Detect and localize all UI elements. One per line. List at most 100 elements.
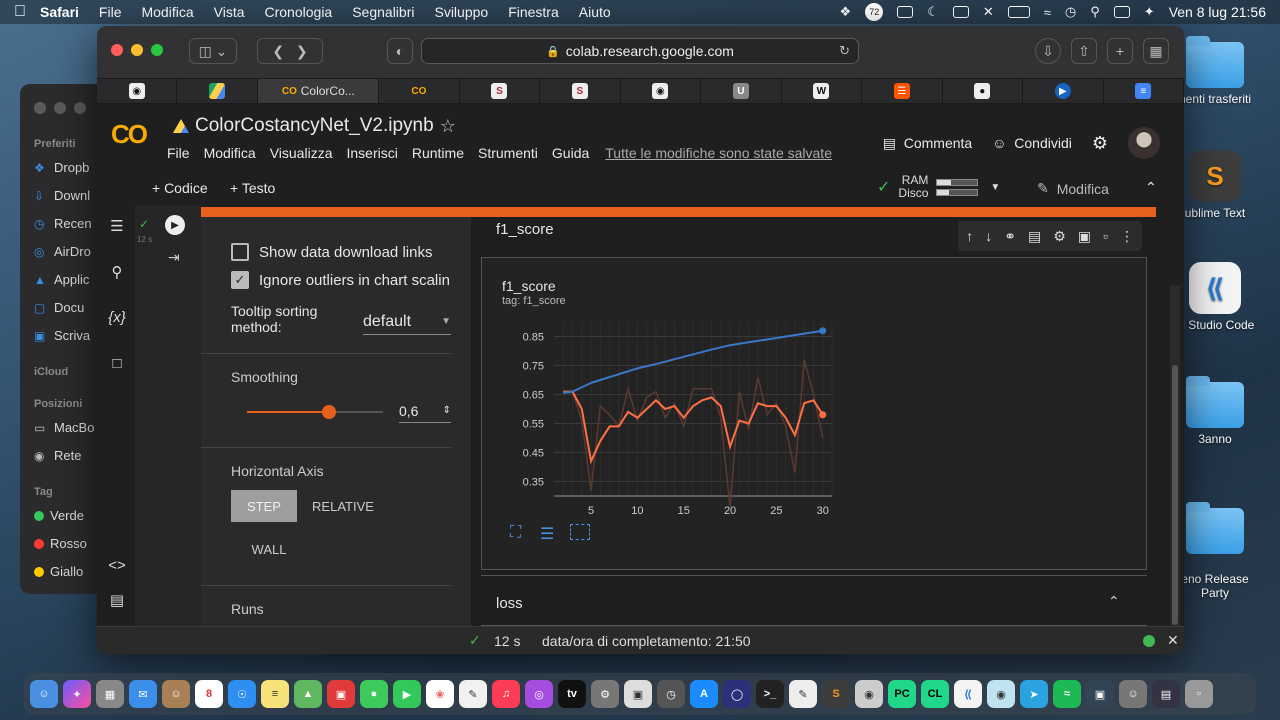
tab-s-2[interactable]: S (540, 79, 621, 103)
control-center-icon[interactable] (1113, 6, 1130, 18)
dropbox-icon[interactable]: ❖ (840, 4, 852, 20)
window-icon[interactable] (952, 6, 969, 18)
fullscreen-icon[interactable]: ⛶ (510, 524, 521, 542)
moon-icon[interactable]: ☾ (927, 4, 939, 20)
new-tab-button[interactable]: + (1107, 38, 1133, 64)
tab-colab-active[interactable]: CO ColorCo... (257, 79, 380, 103)
podcasts-icon[interactable]: ◎ (525, 680, 553, 708)
notebook-title[interactable]: ColorCostancyNet_V2.ipynb ☆ (173, 115, 456, 137)
avatar[interactable] (1128, 127, 1160, 159)
sidebar-item-dropbox[interactable]: ❖ Dropb (34, 160, 89, 175)
photos-icon[interactable]: ❀ (426, 680, 454, 708)
wifi-icon[interactable]: ≈ (1044, 5, 1051, 20)
add-code-button[interactable]: + Codice (152, 180, 208, 196)
apple-icon[interactable]:  (0, 3, 40, 21)
sidebar-tag-green[interactable]: Verde (34, 508, 84, 523)
menu-item-aiuto[interactable]: Aiuto (579, 4, 611, 20)
clock-icon[interactable]: ◷ (1065, 4, 1076, 20)
sidebar-item-macbook[interactable]: ▭ MacBo (34, 420, 94, 435)
save-status-link[interactable]: Tutte le modifiche sono state salvate (605, 145, 832, 161)
ignore-outliers-checkbox[interactable]: ✓ Ignore outliers in chart scalin (231, 271, 450, 289)
edit-mode-button[interactable]: ✎ Modifica (1037, 180, 1109, 197)
finder-app-icon[interactable]: ☺ (30, 680, 58, 708)
menu-item-modifica[interactable]: Modifica (141, 4, 193, 20)
mirror-icon[interactable]: ▣ (1078, 228, 1091, 245)
sidebar-item-recents[interactable]: ◷ Recen (34, 216, 92, 231)
close-icon[interactable]: ✕ (1167, 632, 1179, 649)
more-vert-icon[interactable]: ⋮ (1120, 228, 1134, 245)
menu-item-vista[interactable]: Vista (214, 4, 245, 20)
tab-wikipedia[interactable]: W (782, 79, 863, 103)
chevron-left-icon[interactable]: ❮ (272, 43, 284, 60)
chevron-down-icon[interactable]: ▼ (990, 182, 1000, 193)
menu-inserisci[interactable]: Inserisci (346, 145, 397, 161)
axis-wall-button[interactable]: WALL (237, 533, 301, 565)
toc-icon[interactable]: ☰ (107, 217, 127, 235)
trash-icon[interactable]: ▫ (1185, 680, 1213, 708)
notes-icon[interactable]: ≡ (261, 680, 289, 708)
display-icon[interactable] (897, 6, 914, 18)
close-window-button[interactable] (111, 44, 123, 56)
chevron-right-icon[interactable]: ❯ (296, 43, 308, 60)
menubar-clock[interactable]: Ven 8 lug 21:56 (1169, 4, 1266, 20)
tab-video[interactable]: ▶ (1023, 79, 1104, 103)
scrollbar[interactable] (1170, 285, 1180, 654)
freeform-icon[interactable]: ✎ (459, 680, 487, 708)
fit-domain-icon[interactable] (570, 524, 590, 540)
axis-step-button[interactable]: STEP (231, 490, 297, 522)
slider-thumb[interactable] (321, 405, 336, 419)
privacy-report-button[interactable]: ◐ (387, 38, 413, 64)
recent-app-icon[interactable]: ☺ (1119, 680, 1147, 708)
colab-logo[interactable]: CO (111, 119, 148, 150)
app-store-icon[interactable]: A (690, 680, 718, 708)
code-snippets-icon[interactable]: <> (107, 557, 127, 574)
system-settings-icon[interactable]: ⚙ (591, 680, 619, 708)
menu-visualizza[interactable]: Visualizza (270, 145, 333, 161)
eclipse-icon[interactable]: ◯ (723, 680, 751, 708)
sidebar-item-desktop[interactable]: ▣ Scriva (34, 328, 90, 343)
telegram-icon[interactable]: ➤ (1020, 680, 1048, 708)
arrow-down-icon[interactable]: ↓ (985, 228, 992, 244)
messages-icon[interactable]: ● (360, 680, 388, 708)
menu-strumenti[interactable]: Strumenti (478, 145, 538, 161)
battery-icon[interactable] (1007, 6, 1030, 18)
command-palette-icon[interactable]: ▤ (107, 591, 127, 609)
back-forward-buttons[interactable]: ❮ ❯ (257, 38, 323, 64)
sidebar-item-downloads[interactable]: ⇩ Downl (34, 188, 90, 203)
menu-item-finestra[interactable]: Finestra (508, 4, 559, 20)
scrollbar-thumb[interactable] (1172, 365, 1178, 625)
sidebar-toggle-button[interactable]: ◫ ⌄ (189, 38, 237, 64)
terminal-icon[interactable]: >_ (756, 680, 784, 708)
tab-github[interactable]: ◉ (97, 79, 178, 103)
menu-app-name[interactable]: Safari (40, 4, 79, 20)
axis-relative-button[interactable]: RELATIVE (307, 490, 379, 522)
pycharm-icon[interactable]: PC (888, 680, 916, 708)
search-icon[interactable]: ⚲ (1090, 4, 1100, 20)
contacts-icon[interactable]: ☺ (162, 680, 190, 708)
share-button[interactable]: ☺ Condividi (992, 135, 1072, 151)
menu-modifica[interactable]: Modifica (204, 145, 256, 161)
toggle-log-scale-icon[interactable]: ☰ (540, 524, 554, 544)
trash-icon[interactable]: ▫ (1103, 228, 1108, 244)
f1-score-chart[interactable]: 0.350.450.550.650.750.855 10 15 20 25 30 (502, 314, 882, 544)
safari-icon[interactable]: ☉ (228, 680, 256, 708)
textedit-icon[interactable]: ✎ (789, 680, 817, 708)
gear-icon[interactable]: ⚙ (1092, 133, 1108, 154)
recent-window-icon[interactable]: ▤ (1152, 680, 1180, 708)
run-cell-button[interactable]: ▶ (165, 215, 185, 235)
tab-docs[interactable]: ≡ (1104, 79, 1184, 103)
share-button[interactable]: ⇧ (1071, 38, 1097, 64)
section-title-f1[interactable]: f1_score (496, 221, 554, 238)
spotify-icon[interactable]: ≈ (1053, 680, 1081, 708)
reload-icon[interactable]: ↻ (839, 43, 850, 59)
checkbox-checked-icon[interactable]: ✓ (231, 271, 249, 289)
menu-item-sviluppo[interactable]: Sviluppo (434, 4, 488, 20)
tab-colab[interactable]: CO (379, 79, 460, 103)
gear-icon[interactable]: ⚙ (1053, 228, 1066, 245)
music-icon[interactable]: ♫ (492, 680, 520, 708)
tooltip-sorting-select[interactable]: default ▼ (363, 309, 451, 335)
sublime-text-icon[interactable]: S (822, 680, 850, 708)
sidebar-tag-yellow[interactable]: Giallo (34, 564, 83, 579)
smoothing-input[interactable]: 0,6 ⇕ (399, 399, 451, 423)
zoom-window-button[interactable] (151, 44, 163, 56)
